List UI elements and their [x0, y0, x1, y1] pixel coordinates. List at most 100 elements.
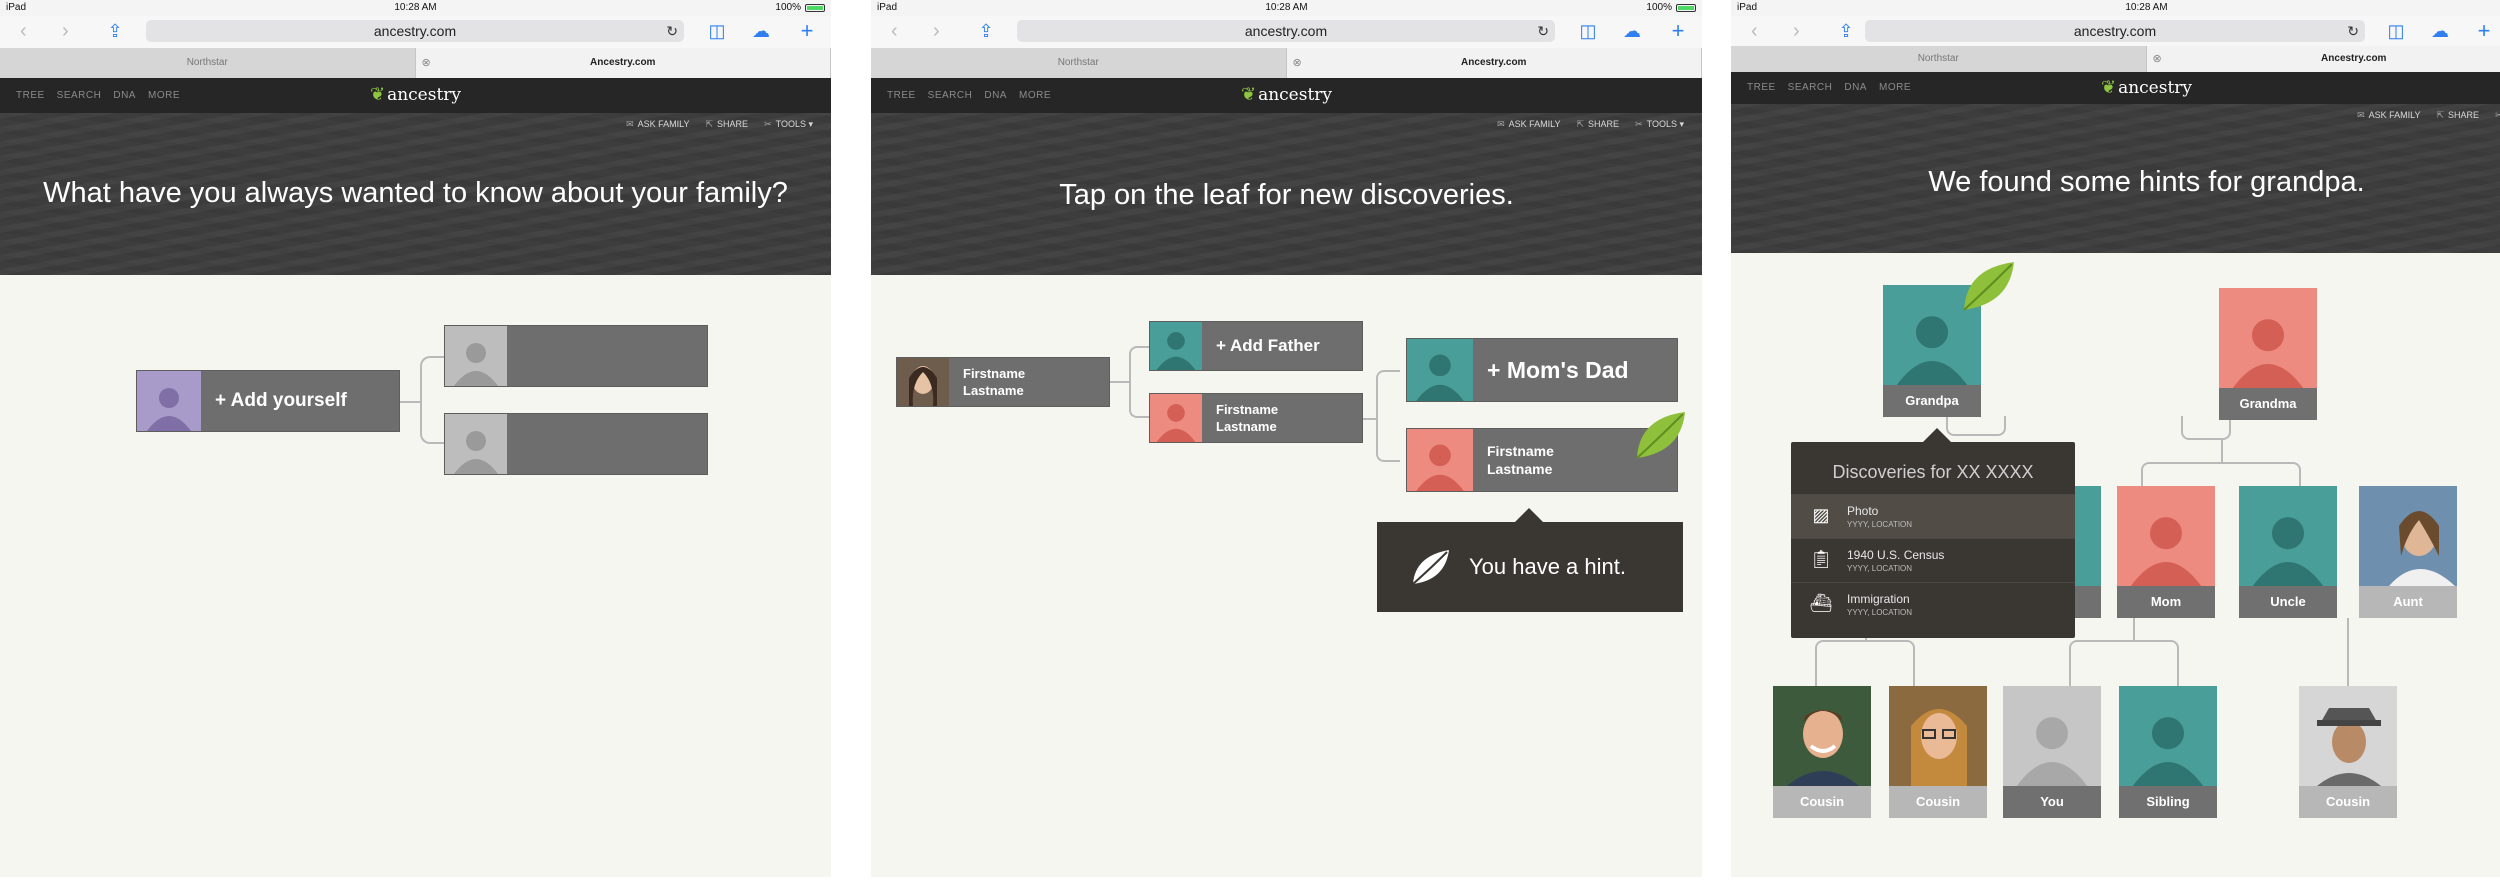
- hint-leaf-icon[interactable]: [1633, 408, 1689, 462]
- tree-node-cousin[interactable]: Cousin: [2299, 686, 2397, 818]
- close-tab-icon[interactable]: ⊗: [1293, 48, 1302, 78]
- battery-icon: [1676, 3, 1696, 12]
- add-father-card[interactable]: + Add Father: [1149, 321, 1363, 371]
- url-text: ancestry.com: [1244, 23, 1328, 39]
- parent-placeholder-card[interactable]: [444, 325, 708, 387]
- discovery-census[interactable]: 📋︎ 1940 U.S. Census YYYY, LOCATION: [1791, 538, 2075, 582]
- node-label: Aunt: [2359, 586, 2457, 618]
- person-photo: [1773, 686, 1871, 786]
- ask-family-button[interactable]: ✉ ASK FAMILY: [1497, 119, 1560, 130]
- avatar: [1150, 322, 1202, 370]
- tree-node-you[interactable]: You: [2003, 686, 2101, 818]
- tab-northstar[interactable]: Northstar: [871, 48, 1287, 78]
- tools-button[interactable]: ✂TOOLS ▾: [1635, 119, 1684, 130]
- avatar: [137, 371, 201, 431]
- avatar: [2119, 686, 2217, 786]
- tree-node-cousin[interactable]: Cousin: [1773, 686, 1871, 818]
- forward-icon[interactable]: ›: [933, 20, 940, 42]
- tab-ancestry[interactable]: ⊗ Ancestry.com: [415, 48, 831, 78]
- forward-icon[interactable]: ›: [1793, 20, 1800, 42]
- node-label: Mom: [2117, 586, 2215, 618]
- reload-icon[interactable]: ↻: [666, 20, 678, 42]
- mother-card[interactable]: Firstname Lastname: [1149, 393, 1363, 443]
- bookmarks-icon[interactable]: ◫: [706, 22, 728, 40]
- share-button[interactable]: ⇱ SHARE: [1577, 119, 1620, 130]
- back-icon[interactable]: ‹: [891, 20, 898, 42]
- add-moms-dad-card[interactable]: + Mom's Dad: [1406, 338, 1678, 402]
- bookmarks-icon[interactable]: ◫: [1577, 22, 1599, 40]
- reload-icon[interactable]: ↻: [1537, 20, 1549, 42]
- moms-mom-name: Firstname Lastname: [1487, 443, 1554, 477]
- hint-text: You have a hint.: [1469, 554, 1626, 579]
- screen-add-yourself: iPad 10:28 AM 100% ‹ › ⇪ ancestry.com ↻ ◫…: [0, 0, 831, 877]
- add-yourself-card[interactable]: + Add yourself: [136, 370, 400, 432]
- tab-ancestry[interactable]: ⊗ Ancestry.com: [2146, 46, 2500, 72]
- tree-node-cousin[interactable]: Cousin: [1889, 686, 1987, 818]
- tab-northstar[interactable]: Northstar: [0, 48, 416, 78]
- ancestry-logo[interactable]: ❦ ancestry: [1731, 75, 2500, 101]
- tab-northstar[interactable]: Northstar: [1731, 46, 2147, 72]
- bookmarks-icon[interactable]: ◫: [2385, 22, 2407, 40]
- status-bar: iPad 10:28 AM 100%: [871, 0, 1702, 16]
- person-photo: [897, 358, 949, 406]
- status-bar: iPad 10:28 AM 100%: [1731, 0, 2500, 16]
- tree-node-grandma[interactable]: Grandma: [2219, 288, 2317, 420]
- share-icon[interactable]: ⇪: [104, 22, 126, 40]
- hint-leaf-icon[interactable]: [1959, 258, 2019, 314]
- tree-node-sibling[interactable]: Sibling: [2119, 686, 2217, 818]
- node-label: Cousin: [1773, 786, 1871, 818]
- site-header: TREE SEARCH DNA MORE ❦ ancestry: [1731, 72, 2500, 104]
- site-header: TREE SEARCH DNA MORE ❦ ancestry: [871, 78, 1702, 113]
- hero-banner: ✉ ASK FAMILY ⇱ SHARE ✂ TOOLS ▾ Tap on the lea…: [871, 113, 1702, 275]
- battery-icon: [805, 3, 825, 12]
- new-tab-icon[interactable]: +: [2473, 20, 2495, 42]
- leaf-logo-icon: ❦: [369, 84, 386, 105]
- address-bar[interactable]: ancestry.com ↻: [146, 20, 684, 42]
- page-headline: What have you always wanted to know abou…: [43, 177, 788, 209]
- ask-family-button[interactable]: ✉ ASK FAMILY: [626, 119, 689, 130]
- photo-icon: ▨: [1812, 504, 1830, 525]
- discovery-photo[interactable]: ▨ Photo YYYY, LOCATION: [1791, 494, 2075, 538]
- back-icon[interactable]: ‹: [1751, 20, 1758, 42]
- tools-button[interactable]: ✂TOOLS ▾: [2495, 110, 2500, 121]
- new-tab-icon[interactable]: +: [1667, 20, 1689, 42]
- tools-button[interactable]: ✂TOOLS ▾: [764, 119, 813, 130]
- discovery-immigration[interactable]: ⛴ Immigration YYYY, LOCATION: [1791, 582, 2075, 626]
- share-icon[interactable]: ⇪: [975, 22, 997, 40]
- new-tab-icon[interactable]: +: [796, 20, 818, 42]
- share-button[interactable]: ⇱ SHARE: [2437, 110, 2480, 121]
- address-bar[interactable]: ancestry.com ↻: [1865, 20, 2365, 42]
- node-label: Uncle: [2239, 586, 2337, 618]
- tree-node-uncle[interactable]: Uncle: [2239, 486, 2337, 618]
- back-icon[interactable]: ‹: [20, 20, 27, 42]
- share-button[interactable]: ⇱ SHARE: [706, 119, 749, 130]
- avatar: [2239, 486, 2337, 586]
- cloud-icon[interactable]: ☁: [1621, 22, 1643, 40]
- close-tab-icon[interactable]: ⊗: [2153, 46, 2162, 72]
- browser-toolbar: ‹ › ⇪ ancestry.com ↻ ◫ ☁ +: [871, 16, 1702, 48]
- reload-icon[interactable]: ↻: [2347, 20, 2359, 42]
- node-label: Cousin: [2299, 786, 2397, 818]
- forward-icon[interactable]: ›: [62, 20, 69, 42]
- parent-placeholder-card[interactable]: [444, 413, 708, 475]
- node-label: Cousin: [1889, 786, 1987, 818]
- cloud-icon[interactable]: ☁: [2429, 22, 2451, 40]
- ask-family-button[interactable]: ✉ ASK FAMILY: [2357, 110, 2420, 121]
- address-bar[interactable]: ancestry.com ↻: [1017, 20, 1555, 42]
- cloud-icon[interactable]: ☁: [750, 22, 772, 40]
- clipboard-icon: 📋︎: [1809, 548, 1833, 569]
- clock: 10:28 AM: [1265, 2, 1308, 13]
- self-card[interactable]: Firstname Lastname: [896, 357, 1110, 407]
- tab-ancestry[interactable]: ⊗ Ancestry.com: [1286, 48, 1702, 78]
- share-icon[interactable]: ⇪: [1835, 22, 1857, 40]
- close-tab-icon[interactable]: ⊗: [422, 48, 431, 78]
- person-photo: [1889, 686, 1987, 786]
- tree-node-aunt[interactable]: Aunt: [2359, 486, 2457, 618]
- ancestry-logo[interactable]: ❦ ancestry: [871, 82, 1702, 108]
- ancestry-logo[interactable]: ❦ ancestry: [0, 82, 831, 108]
- tree-node-mom[interactable]: Mom: [2117, 486, 2215, 618]
- add-moms-dad-label: + Mom's Dad: [1487, 356, 1629, 383]
- hint-tooltip[interactable]: You have a hint.: [1377, 508, 1683, 612]
- page-headline: We found some hints for grandpa.: [1928, 166, 2365, 198]
- browser-toolbar: ‹ › ⇪ ancestry.com ↻ ◫ ☁ +: [0, 16, 831, 48]
